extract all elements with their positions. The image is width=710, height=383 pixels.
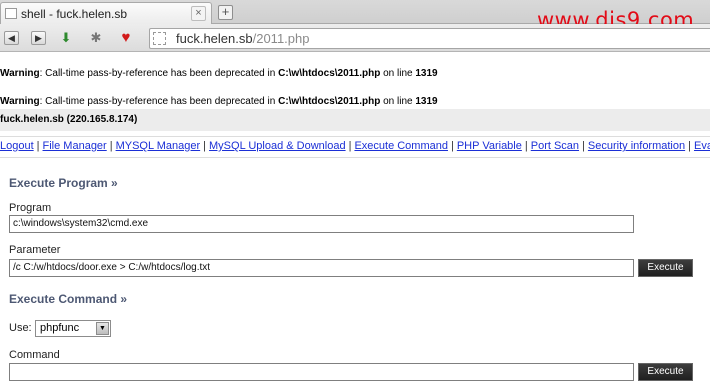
heart-icon[interactable]: ♥ (118, 30, 134, 46)
parameter-input[interactable]: /c C:/w/htdocs/door.exe > C:/w/htdocs/lo… (9, 259, 634, 277)
url-text: fuck.helen.sb/2011.php (176, 31, 309, 46)
url-host: fuck.helen.sb (176, 31, 253, 46)
nav-link-security-information[interactable]: Security information (588, 140, 685, 152)
warning-message: Warning: Call-time pass-by-reference has… (0, 68, 438, 79)
nav-link-file-manager[interactable]: File Manager (43, 140, 107, 152)
program-label: Program (9, 202, 52, 214)
tab-title: shell - fuck.helen.sb (21, 7, 128, 21)
execute-program-button[interactable]: Execute (638, 259, 693, 277)
download-icon[interactable]: ⬇ (58, 30, 74, 46)
warning-file: C:\w\htdocs\2011.php (278, 68, 381, 79)
program-input[interactable]: c:\windows\system32\cmd.exe (9, 215, 634, 233)
url-path: /2011.php (252, 31, 310, 46)
nav-menu: Logout | File Manager | MYSQL Manager | MySQL … (0, 136, 710, 158)
warning-on: on line (380, 68, 416, 79)
forward-icon: ▶ (35, 33, 42, 43)
forward-button[interactable]: ▶ (31, 31, 46, 45)
browser-toolbar: ◀ ▶ ⬇ ✱ ♥ fuck.helen.sb/2011.php (0, 24, 710, 52)
parameter-label: Parameter (9, 244, 61, 256)
warning-label: Warning (0, 68, 40, 79)
back-icon: ◀ (8, 33, 15, 43)
nav-link-eval-php[interactable]: Eval PHP C (694, 140, 710, 152)
nav-link-execute-command[interactable]: Execute Command (354, 140, 448, 152)
page-icon (153, 32, 166, 45)
warning-on: on line (380, 96, 416, 107)
command-input[interactable] (9, 363, 634, 381)
tools-icon[interactable]: ✱ (88, 30, 104, 46)
command-label: Command (9, 349, 60, 361)
dropdown-arrow-icon[interactable]: ▼ (96, 322, 109, 335)
warning-label: Warning (0, 96, 40, 107)
tab-bar: shell - fuck.helen.sb × + www.dis9.com (0, 0, 710, 32)
nav-link-port-scan[interactable]: Port Scan (531, 140, 579, 152)
use-label: Use: (9, 322, 32, 334)
execute-command-title: Execute Command » (9, 292, 128, 306)
warning-line: 1319 (415, 68, 438, 79)
nav-link-mysql-upload-download[interactable]: MySQL Upload & Download (209, 140, 346, 152)
warning-line: 1319 (415, 96, 438, 107)
back-button[interactable]: ◀ (4, 31, 19, 45)
page-icon (5, 8, 17, 19)
use-select-value: phpfunc (40, 322, 80, 334)
address-bar[interactable]: fuck.helen.sb/2011.php (149, 28, 710, 49)
execute-command-button[interactable]: Execute (638, 363, 693, 381)
new-tab-button[interactable]: + (218, 5, 233, 20)
execute-program-title: Execute Program » (9, 176, 118, 190)
warning-text: : Call-time pass-by-reference has been d… (39, 68, 279, 79)
nav-link-mysql-manager[interactable]: MYSQL Manager (116, 140, 201, 152)
nav-link-php-variable[interactable]: PHP Variable (457, 140, 522, 152)
browser-tab[interactable]: shell - fuck.helen.sb × (0, 2, 212, 24)
host-info: fuck.helen.sb (220.165.8.174) (0, 109, 710, 131)
nav-link-logout[interactable]: Logout (0, 140, 34, 152)
warning-file: C:\w\htdocs\2011.php (278, 96, 381, 107)
use-select[interactable]: phpfunc ▼ (35, 320, 111, 337)
close-tab-icon[interactable]: × (191, 6, 206, 21)
warning-text: : Call-time pass-by-reference has been d… (39, 96, 279, 107)
warning-message: Warning: Call-time pass-by-reference has… (0, 96, 438, 107)
